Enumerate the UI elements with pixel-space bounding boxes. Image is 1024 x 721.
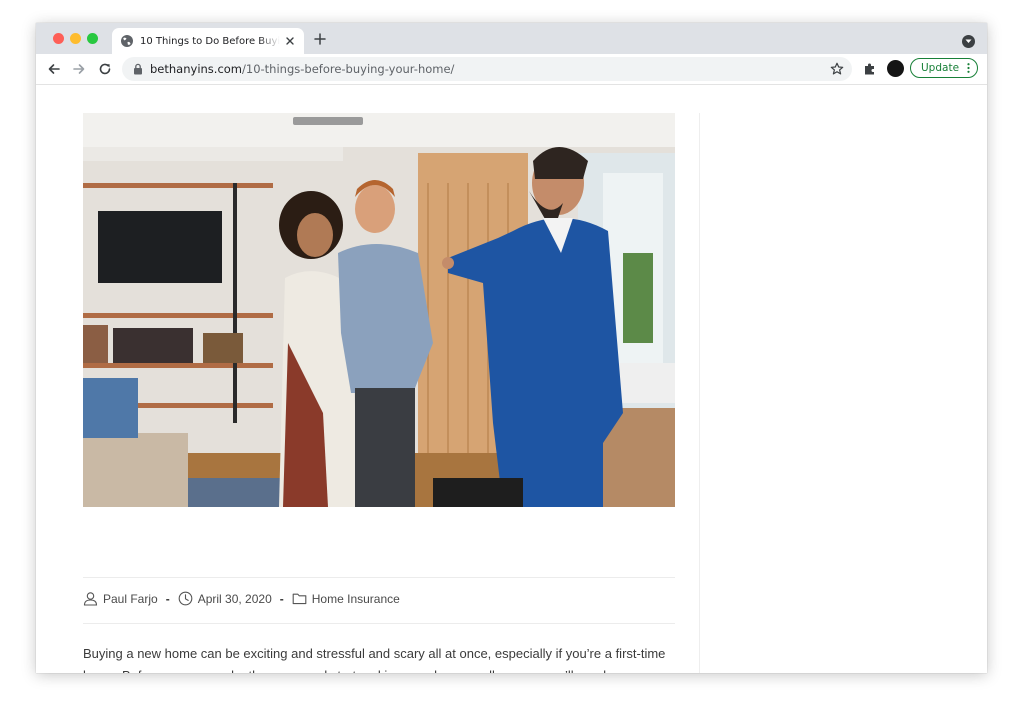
- globe-icon: [121, 35, 133, 47]
- reload-icon[interactable]: [98, 62, 112, 76]
- lock-icon: [134, 63, 142, 75]
- meta-separator: -: [279, 592, 284, 606]
- minimize-window-button[interactable]: [70, 33, 81, 44]
- meta-bottom-rule: [83, 623, 675, 624]
- extensions-puzzle-icon[interactable]: [863, 62, 877, 76]
- url-text: bethanyins.com/10-things-before-buying-y…: [150, 61, 454, 77]
- meta-separator: -: [165, 592, 170, 606]
- browser-toolbar: bethanyins.com/10-things-before-buying-y…: [36, 54, 987, 85]
- new-tab-icon[interactable]: [314, 33, 326, 45]
- tab-strip: 10 Things to Do Before Buying Your Home: [36, 23, 987, 54]
- back-arrow-icon[interactable]: [47, 62, 61, 76]
- tab-search-icon[interactable]: [962, 35, 975, 48]
- close-window-button[interactable]: [53, 33, 64, 44]
- browser-window: 10 Things to Do Before Buying Your Home: [36, 23, 987, 673]
- post-date: April 30, 2020: [197, 592, 272, 606]
- profile-avatar[interactable]: [887, 60, 904, 77]
- meta-top-rule: [83, 577, 675, 578]
- tab-title: 10 Things to Do Before Buying Your Home: [140, 36, 280, 47]
- bookmark-star-icon[interactable]: [830, 62, 844, 76]
- featured-image: [83, 113, 675, 507]
- update-button[interactable]: Update: [910, 58, 978, 78]
- more-vertical-icon: [967, 63, 970, 73]
- article-paragraph: Buying a new home can be exciting and st…: [83, 646, 666, 673]
- browser-tab-active[interactable]: 10 Things to Do Before Buying Your Home: [112, 28, 304, 54]
- user-icon: [83, 592, 98, 606]
- post-meta: Paul Farjo - April 30, 2020- Home Insuran…: [83, 590, 675, 608]
- featured-image-photo: [83, 113, 675, 507]
- post-category-link[interactable]: Home Insurance: [312, 592, 400, 606]
- folder-icon: [292, 593, 307, 605]
- web-page: Paul Farjo - April 30, 2020- Home Insuran…: [36, 85, 987, 673]
- address-bar[interactable]: bethanyins.com/10-things-before-buying-y…: [122, 57, 852, 81]
- close-tab-icon[interactable]: [284, 35, 296, 47]
- sidebar-divider: [699, 113, 700, 673]
- post-author-link[interactable]: Paul Farjo: [103, 592, 158, 606]
- url-path: /10-things-before-buying-your-home/: [242, 62, 455, 76]
- maximize-window-button[interactable]: [87, 33, 98, 44]
- forward-arrow-icon[interactable]: [72, 62, 86, 76]
- update-button-label: Update: [921, 62, 960, 74]
- url-host: bethanyins.com: [150, 62, 243, 76]
- clock-icon: [178, 591, 193, 606]
